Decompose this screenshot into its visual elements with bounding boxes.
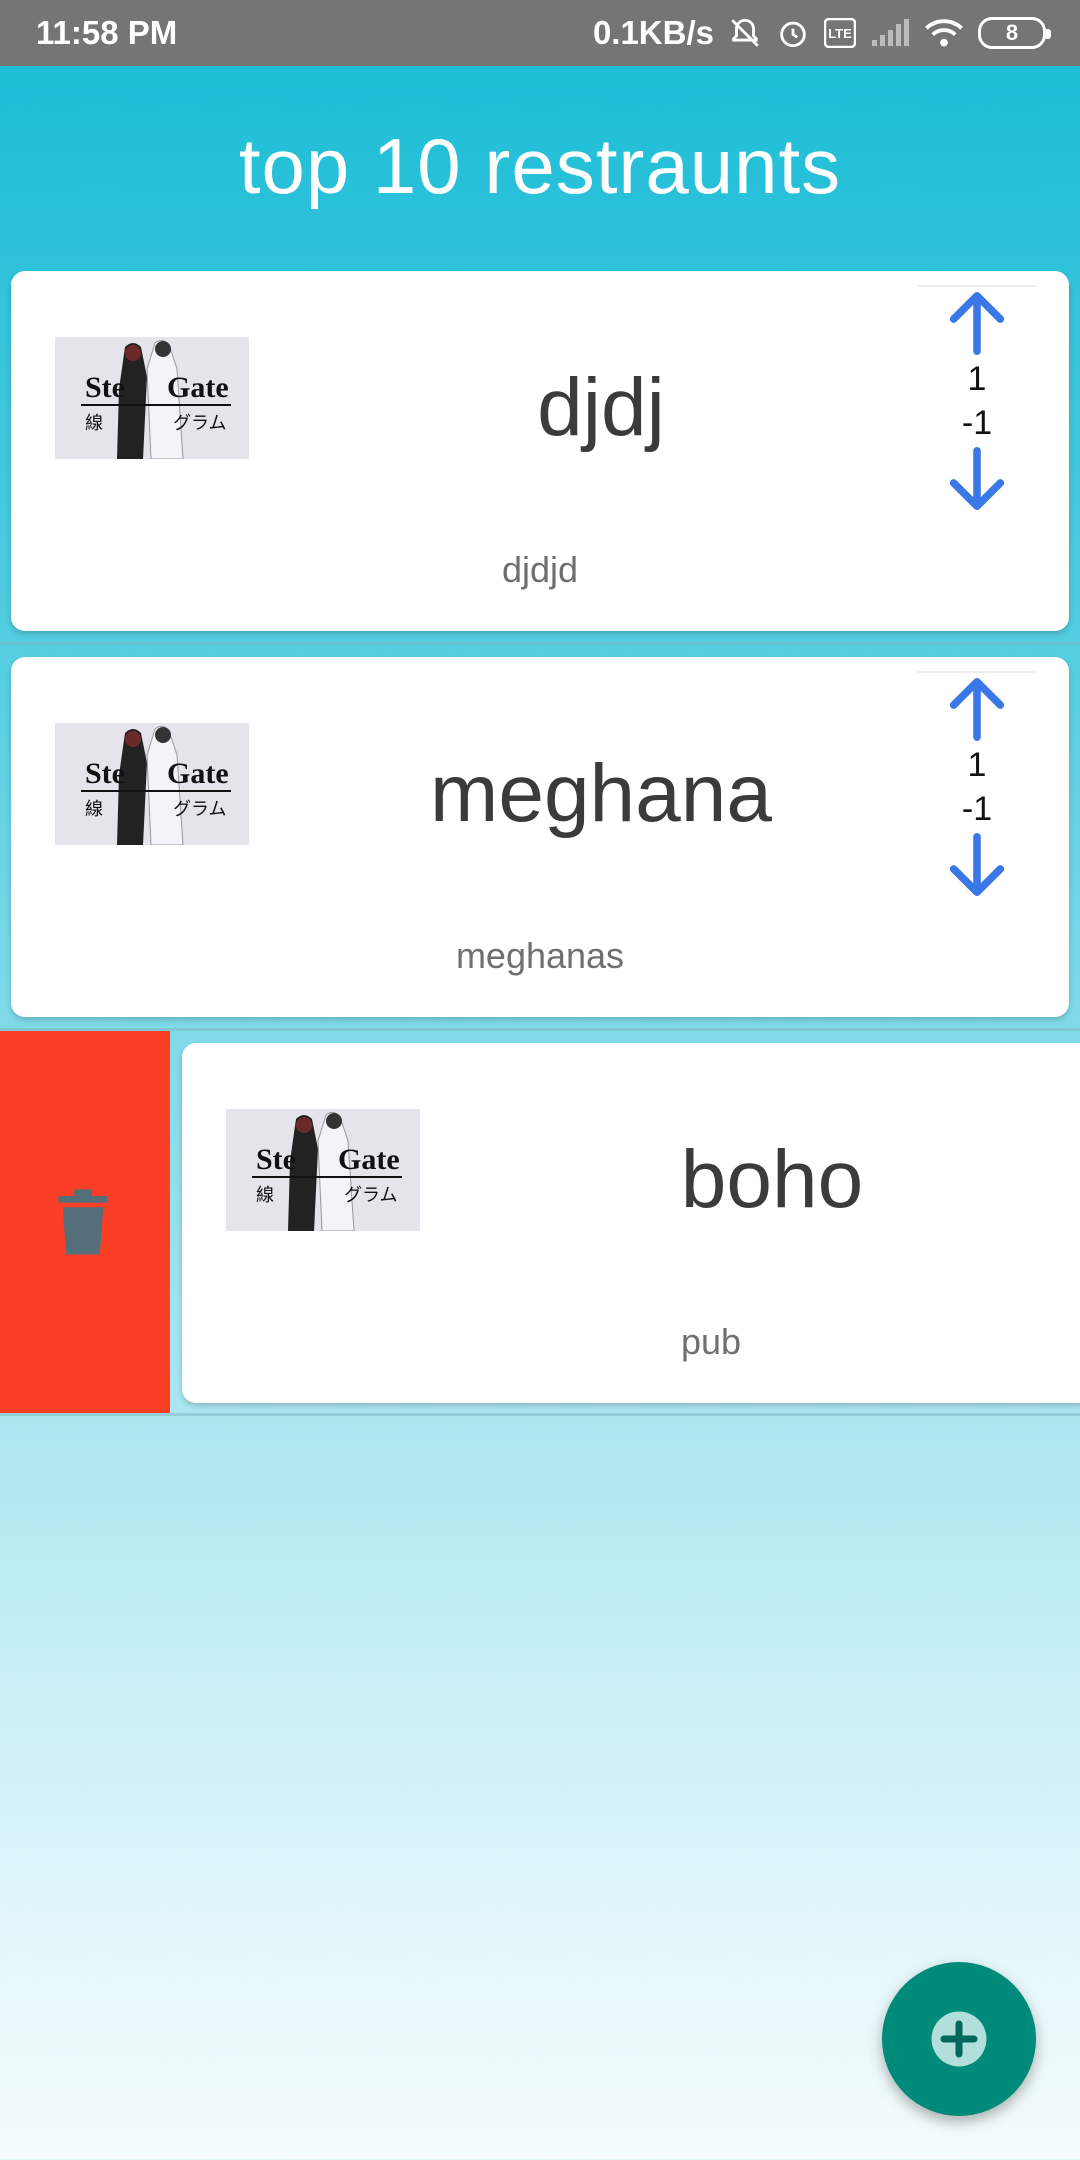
restaurant-image: Ste Gate 線 グラム — [55, 337, 249, 459]
downvote-arrow-icon[interactable] — [942, 831, 1012, 901]
battery-level: 8 — [1005, 20, 1019, 45]
upvote-arrow-icon[interactable] — [942, 673, 1012, 743]
downvote-count: -1 — [961, 790, 993, 828]
alarm-icon — [776, 16, 810, 50]
trash-icon[interactable] — [56, 1189, 110, 1257]
svg-text:Gate: Gate — [167, 757, 229, 790]
restaurant-card[interactable]: Ste Gate 線 グラム boho pub — [182, 1043, 1080, 1403]
vote-controls: 1 -1 — [918, 285, 1036, 535]
status-time: 11:58 PM — [36, 14, 178, 51]
downvote-count: -1 — [961, 404, 993, 442]
svg-text:Gate: Gate — [167, 371, 229, 404]
app-bar: top 10 restraunts — [0, 66, 1080, 266]
restaurant-card[interactable]: Ste Gate 線 グラム djdj djdjd 1 -1 — [11, 271, 1069, 631]
status-bar: 11:58 PM 0.1KB/s LTE 8 — [0, 0, 1080, 66]
battery-icon: 8 — [978, 17, 1051, 49]
add-restaurant-button[interactable] — [882, 1962, 1036, 2116]
svg-text:グラム: グラム — [173, 799, 226, 820]
svg-text:LTE: LTE — [828, 26, 852, 41]
wifi-icon — [924, 17, 964, 49]
add-icon — [931, 2011, 987, 2067]
upvote-count: 1 — [967, 746, 987, 784]
restaurant-image: Ste Gate 線 グラム — [226, 1109, 420, 1231]
svg-text:グラム: グラム — [173, 413, 226, 434]
status-icons: 0.1KB/s LTE 8 — [592, 14, 1051, 52]
svg-text:Ste: Ste — [256, 1143, 296, 1176]
restaurant-image: Ste Gate 線 グラム — [55, 723, 249, 845]
network-speed: 0.1KB/s — [592, 14, 714, 51]
restaurant-subtitle: meghanas — [455, 935, 625, 976]
swipe-delete-background[interactable] — [0, 1031, 170, 1413]
restaurant-subtitle: djdjd — [501, 549, 579, 590]
volte-icon: LTE — [824, 18, 856, 48]
svg-text:線: 線 — [85, 413, 103, 434]
row-divider — [0, 1413, 1080, 1416]
svg-text:Ste: Ste — [85, 371, 125, 404]
downvote-arrow-icon[interactable] — [942, 445, 1012, 515]
restaurant-card[interactable]: Ste Gate 線 グラム meghana meghanas 1 -1 — [11, 657, 1069, 1017]
signal-icon — [870, 18, 910, 48]
restaurant-name: boho — [680, 1134, 864, 1225]
restaurant-subtitle: pub — [680, 1321, 742, 1362]
svg-text:Ste: Ste — [85, 757, 125, 790]
restaurant-name: meghana — [430, 748, 772, 839]
svg-text:線: 線 — [256, 1185, 274, 1206]
page-title: top 10 restraunts — [238, 121, 842, 210]
mute-icon — [728, 16, 762, 50]
svg-text:Gate: Gate — [338, 1143, 400, 1176]
svg-text:線: 線 — [85, 799, 103, 820]
restaurant-name: djdj — [537, 362, 665, 453]
upvote-arrow-icon[interactable] — [942, 287, 1012, 357]
vote-controls: 1 -1 — [918, 671, 1036, 921]
row-divider — [0, 642, 1080, 645]
svg-text:グラム: グラム — [344, 1185, 397, 1206]
upvote-count: 1 — [967, 360, 987, 398]
